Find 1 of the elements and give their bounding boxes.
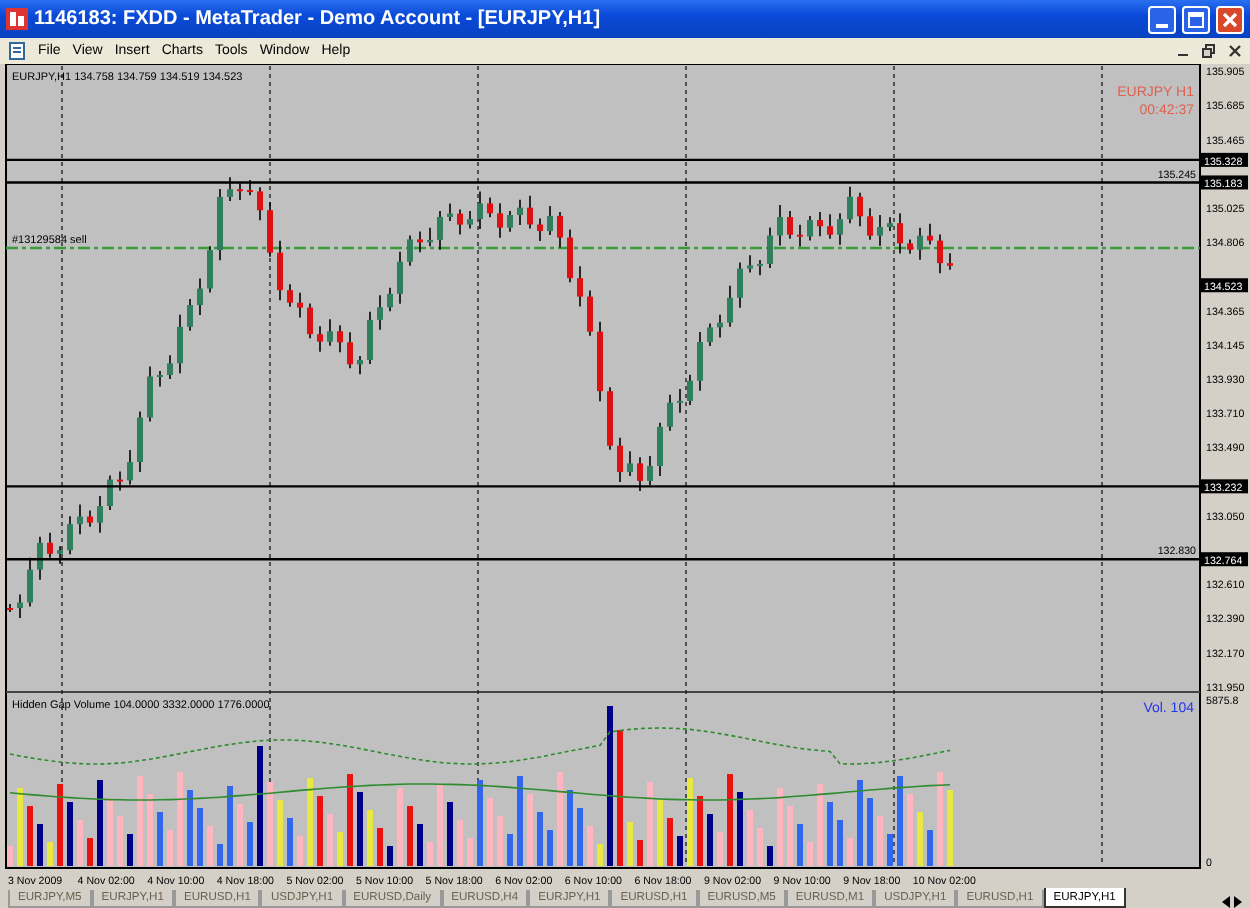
window-title: 1146183: FXDD - MetaTrader - Demo Account - [EURJPY,H1] [34,8,601,30]
